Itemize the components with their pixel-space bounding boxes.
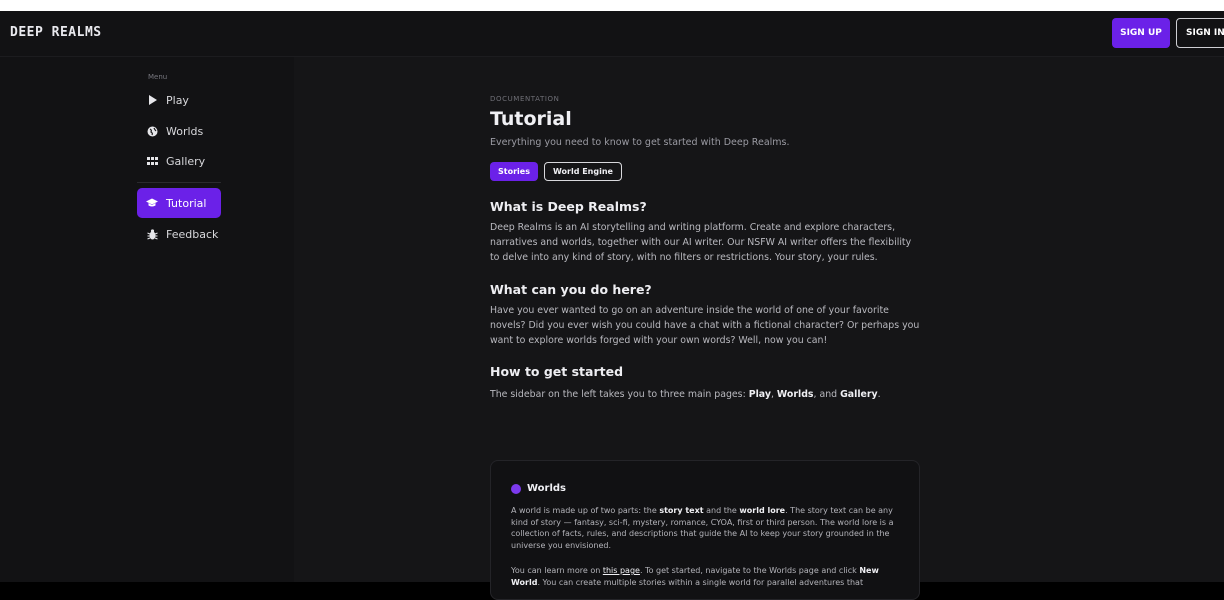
sidebar-item-label: Feedback	[166, 227, 219, 241]
sidebar-item-label: Play	[166, 93, 189, 107]
section-heading-what-is: What is Deep Realms?	[490, 199, 647, 214]
main-content: DOCUMENTATION Tutorial Everything you ne…	[294, 57, 1224, 600]
sidebar-item-label: Tutorial	[166, 196, 207, 210]
sidebar-item-feedback[interactable]: Feedback	[137, 220, 221, 248]
sidebar-item-label: Worlds	[166, 124, 204, 138]
page-title: Tutorial	[490, 108, 572, 130]
sign-in-button[interactable]: SIGN IN	[1176, 18, 1224, 48]
section-heading-what-can: What can you do here?	[490, 281, 652, 297]
worlds-card-title: Worlds	[511, 483, 566, 494]
sidebar-item-label: Gallery	[166, 154, 206, 168]
sidebar-divider	[137, 182, 221, 183]
worlds-link-text: Worlds	[776, 389, 814, 401]
sidebar: Menu Play Worlds Gallery Tutorial Feedba…	[0, 57, 294, 582]
logo[interactable]: DEEP REALMS	[10, 25, 102, 40]
globe-icon	[511, 483, 521, 494]
section-body-what-can: Have you ever wanted to go on an adventu…	[490, 304, 920, 347]
bug-icon	[146, 228, 158, 240]
page-subtitle: Everything you need to know to get start…	[490, 137, 790, 148]
play-icon	[146, 95, 158, 105]
tutorial-content: DOCUMENTATION Tutorial Everything you ne…	[490, 95, 920, 402]
sidebar-item-play[interactable]: Play	[137, 86, 221, 114]
play-link-text: Play	[748, 389, 771, 401]
tab-world-engine[interactable]: World Engine	[543, 162, 622, 181]
tab-stories[interactable]: Stories	[490, 162, 538, 181]
gallery-icon	[146, 157, 158, 165]
worlds-card-paragraph: A world is made up of two parts: the sto…	[511, 506, 894, 550]
sign-up-button[interactable]: SIGN UP	[1112, 18, 1170, 48]
worlds-info-card: Worlds A world is made up of two parts: …	[490, 460, 920, 600]
worlds-card-paragraph-2: You can learn more on this page. To get …	[511, 566, 879, 587]
sidebar-item-gallery[interactable]: Gallery	[137, 147, 221, 175]
top-strip	[0, 0, 1224, 11]
top-header: DEEP REALMS SIGN UP SIGN IN	[0, 11, 1224, 57]
section-body-how-to: The sidebar on the left takes you to thr…	[490, 389, 881, 401]
this-page-link[interactable]: this page	[603, 566, 640, 575]
section-body-what-is: Deep Realms is an AI storytelling and wr…	[490, 222, 912, 264]
page-eyebrow: DOCUMENTATION	[490, 95, 560, 103]
gallery-link-text: Gallery	[840, 389, 878, 401]
sidebar-item-tutorial[interactable]: Tutorial	[137, 188, 221, 218]
section-heading-how-to: How to get started	[490, 364, 624, 380]
globe-icon	[146, 126, 158, 137]
tab-bar: Stories World Engine	[490, 162, 920, 181]
graduation-cap-icon	[146, 198, 158, 208]
menu-label: Menu	[148, 73, 168, 81]
sidebar-item-worlds[interactable]: Worlds	[137, 117, 221, 145]
